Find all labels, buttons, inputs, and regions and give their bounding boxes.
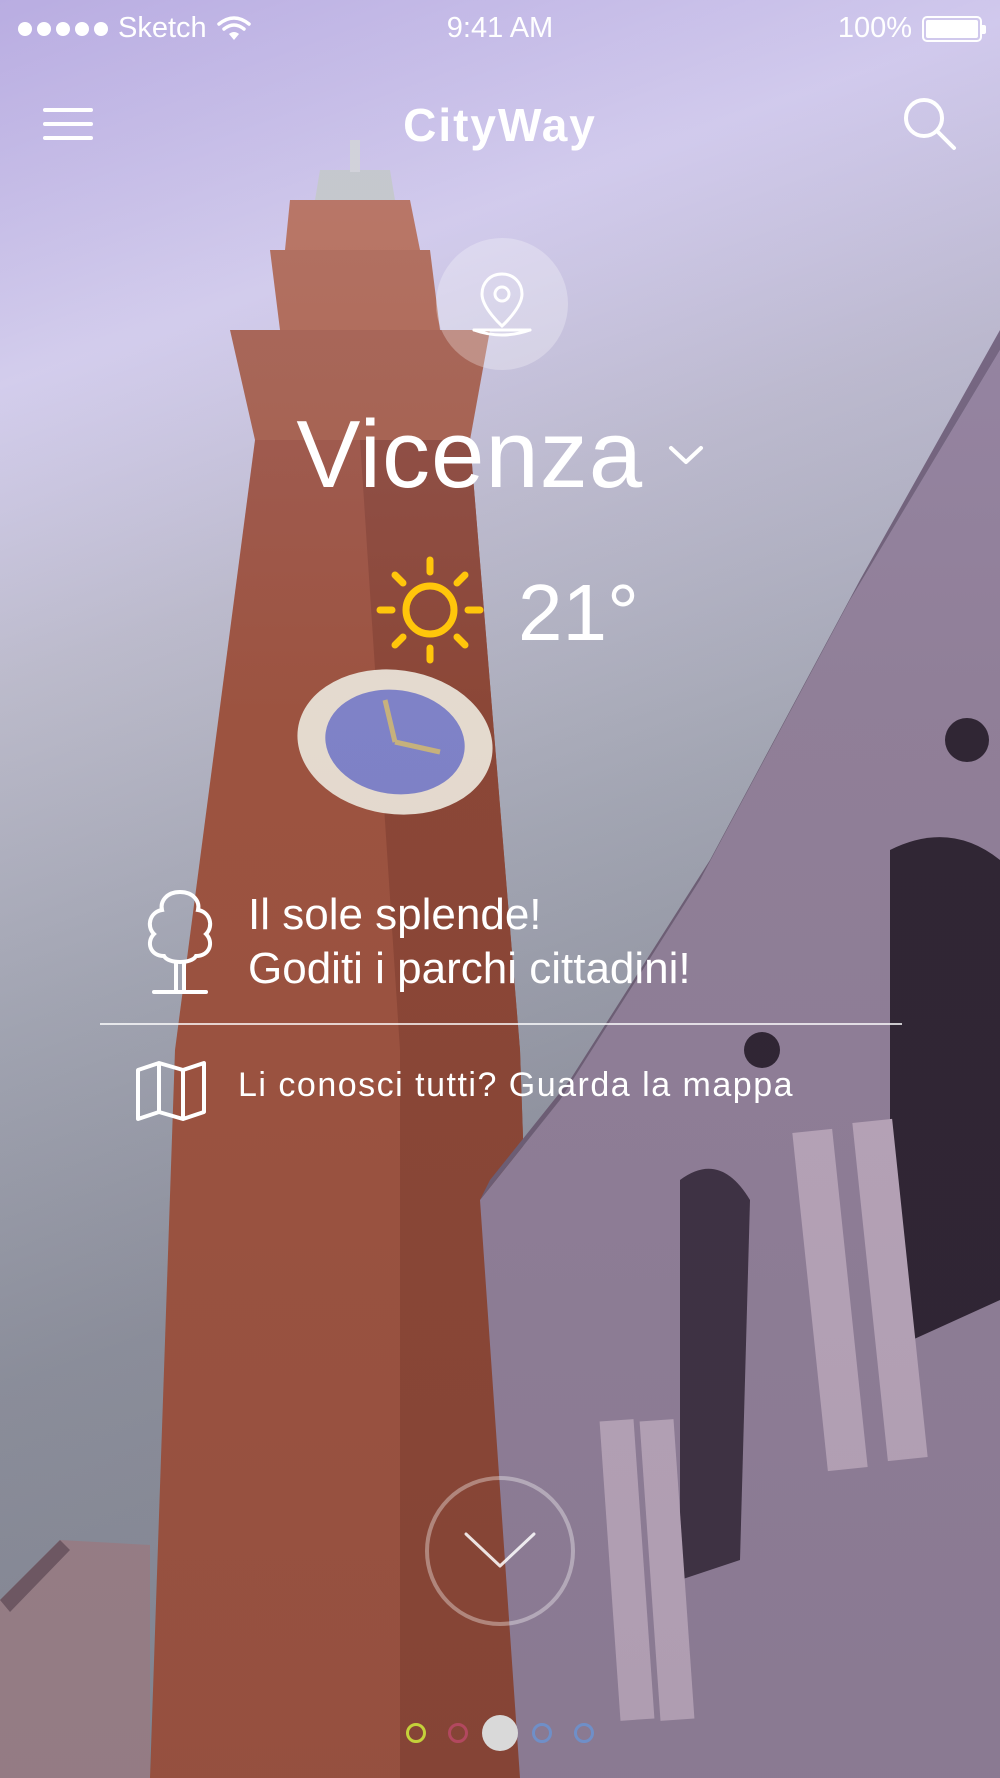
chevron-down-icon	[464, 1532, 536, 1568]
weather-widget: 21°	[370, 555, 690, 665]
sun-icon	[376, 556, 484, 664]
tree-icon	[147, 889, 213, 994]
location-button[interactable]	[436, 238, 568, 370]
page-indicator	[0, 1713, 1000, 1753]
location-pin-icon	[472, 272, 532, 337]
battery-label: 100%	[837, 12, 912, 44]
city-name: Vicenza	[296, 401, 644, 508]
map-icon	[136, 1061, 206, 1121]
temperature: 21°	[518, 568, 639, 657]
search-icon[interactable]	[900, 94, 960, 154]
map-link[interactable]: Li conosci tutti? Guarda la mappa	[135, 1058, 915, 1128]
chevron-down-icon[interactable]	[668, 444, 704, 466]
top-navigation: CityWay	[0, 80, 1000, 160]
status-bar: Sketch 9:41 AM 100%	[0, 0, 1000, 58]
city-selector[interactable]: Vicenza	[0, 400, 1000, 510]
page-dot[interactable]	[406, 1723, 426, 1743]
suggestion-text: Il sole splende! Goditi i parchi cittadi…	[248, 888, 691, 996]
page-dot[interactable]	[532, 1723, 552, 1743]
scroll-down-button[interactable]	[425, 1476, 575, 1626]
divider	[100, 1023, 902, 1025]
suggestion-line-1: Il sole splende!	[248, 890, 542, 939]
suggestion-line-2: Goditi i parchi cittadini!	[248, 944, 691, 993]
app-title: CityWay	[403, 99, 597, 151]
map-link-text: Li conosci tutti? Guarda la mappa	[238, 1066, 795, 1104]
battery: 100%	[837, 12, 986, 45]
page-dot[interactable]	[574, 1723, 594, 1743]
battery-icon	[922, 15, 986, 42]
page-dot[interactable]	[448, 1723, 468, 1743]
page-dot-active[interactable]	[482, 1715, 518, 1751]
